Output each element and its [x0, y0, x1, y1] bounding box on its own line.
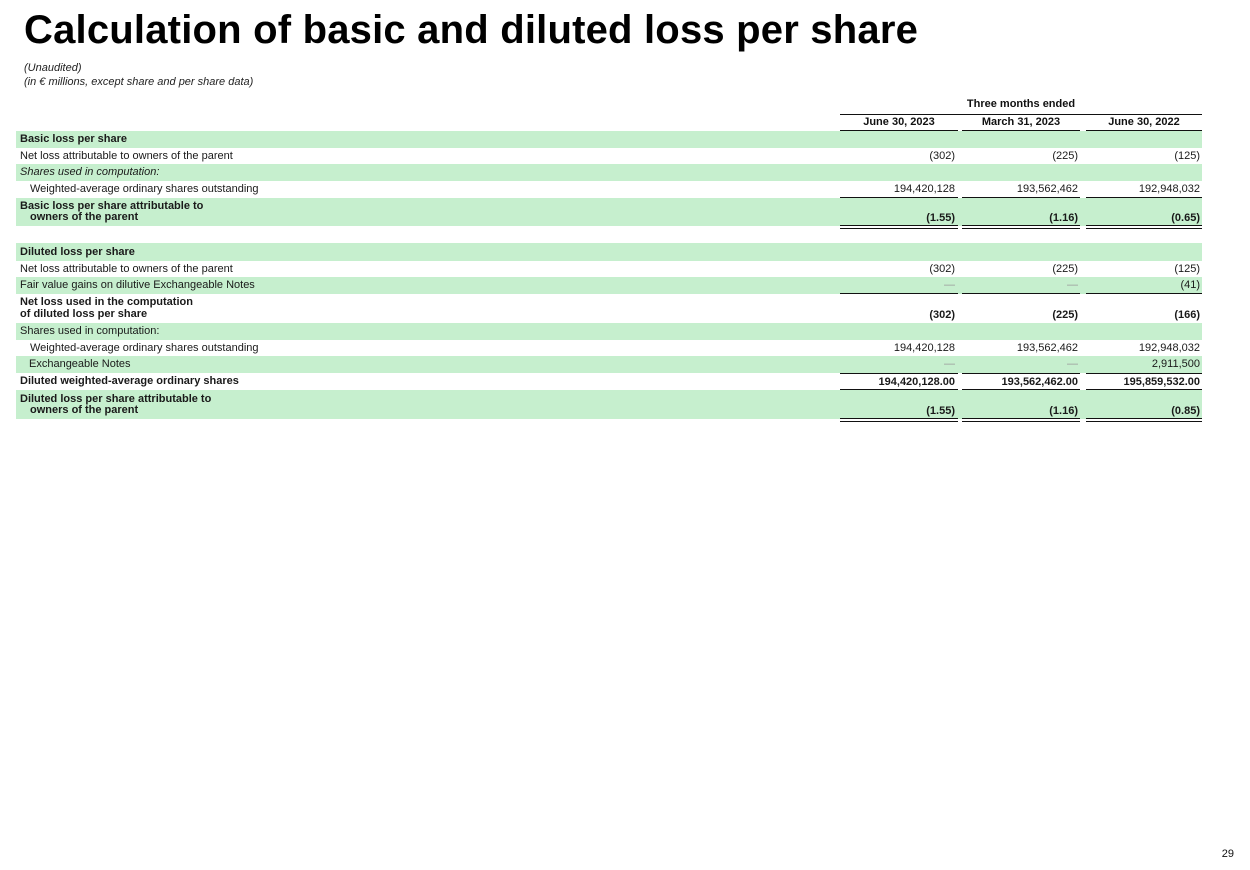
table-row: Diluted loss per share attributable to o… — [16, 390, 1202, 419]
table-row: Shares used in computation: — [16, 164, 1202, 181]
column-header-jun-2022: June 30, 2022 — [1086, 116, 1202, 131]
cell-value: (225) — [1052, 150, 1078, 162]
row-label: Exchangeable Notes — [29, 358, 131, 370]
table-row: Weighted-average ordinary shares outstan… — [16, 181, 1202, 198]
double-rule — [840, 418, 958, 422]
cell-value: — — [944, 358, 955, 370]
cell-value: — — [1067, 279, 1078, 291]
cell-value: (302) — [929, 309, 955, 321]
double-rule — [962, 225, 1080, 229]
table-row: Fair value gains on dilutive Exchangeabl… — [16, 277, 1202, 294]
cell-value: (1.16) — [1049, 405, 1078, 417]
row-label: Shares used in computation: — [20, 325, 160, 337]
double-rule — [1086, 225, 1202, 229]
cell-value: (1.16) — [1049, 212, 1078, 224]
table-row: Weighted-average ordinary shares outstan… — [16, 340, 1202, 356]
row-label: Weighted-average ordinary shares outstan… — [30, 183, 259, 195]
double-rule — [840, 225, 958, 229]
cell-value: (302) — [929, 263, 955, 275]
cell-value: 2,911,500 — [1151, 358, 1200, 370]
cell-value: 193,562,462.00 — [1001, 376, 1078, 388]
column-header-jun-2023: June 30, 2023 — [840, 116, 958, 131]
row-label: of diluted loss per share — [20, 308, 148, 320]
table-row: Shares used in computation: — [16, 323, 1202, 340]
cell-value: (0.85) — [1171, 405, 1200, 417]
row-label: owners of the parent — [30, 404, 139, 416]
unaudited-note: (Unaudited) — [24, 62, 82, 74]
basic-header-label: Basic loss per share — [20, 133, 128, 145]
table-row: Diluted weighted-average ordinary shares… — [16, 374, 1202, 390]
double-rule — [962, 418, 1080, 422]
column-header-mar-2023: March 31, 2023 — [962, 116, 1080, 131]
cell-value: (225) — [1052, 309, 1078, 321]
group-header: Three months ended — [840, 98, 1202, 115]
diluted-section-header: Diluted loss per share — [16, 243, 1202, 261]
cell-value: (225) — [1052, 263, 1078, 275]
page-number: 29 — [1221, 848, 1234, 860]
cell-value: (125) — [1174, 150, 1200, 162]
cell-value: 192,948,032 — [1138, 183, 1200, 195]
table-row: Net loss attributable to owners of the p… — [16, 261, 1202, 277]
row-label: owners of the parent — [30, 211, 139, 223]
cell-value: (125) — [1174, 263, 1200, 275]
cell-value: (166) — [1174, 309, 1200, 321]
cell-value: 194,420,128 — [893, 342, 955, 354]
cell-value: (1.55) — [926, 212, 955, 224]
cell-value: — — [1067, 358, 1078, 370]
row-label: Shares used in computation: — [20, 166, 160, 178]
row-label: Diluted weighted-average ordinary shares — [20, 375, 239, 387]
cell-value: 195,859,532.00 — [1123, 376, 1200, 388]
page-title: Calculation of basic and diluted loss pe… — [24, 8, 919, 52]
row-label: Net loss attributable to owners of the p… — [20, 150, 233, 162]
cell-value: 193,562,462 — [1016, 183, 1078, 195]
cell-value: 194,420,128 — [893, 183, 955, 195]
basic-section-header: Basic loss per share — [16, 131, 1202, 148]
cell-value: (1.55) — [926, 405, 955, 417]
row-label: Net loss attributable to owners of the p… — [20, 263, 233, 275]
row-label: Fair value gains on dilutive Exchangeabl… — [20, 279, 255, 291]
cell-value: (0.65) — [1171, 212, 1200, 224]
cell-value: — — [944, 279, 955, 291]
table-row: Net loss attributable to owners of the p… — [16, 148, 1202, 164]
row-label: Net loss used in the computation — [20, 296, 193, 308]
diluted-header-label: Diluted loss per share — [20, 246, 135, 258]
cell-value: 194,420,128.00 — [878, 376, 955, 388]
table-row: Net loss used in the computation of dilu… — [16, 294, 1202, 323]
cell-value: 192,948,032 — [1138, 342, 1200, 354]
table-row: Exchangeable Notes — — 2,911,500 — [16, 356, 1202, 373]
double-rule — [1086, 418, 1202, 422]
units-note: (in € millions, except share and per sha… — [24, 76, 254, 88]
cell-value: 193,562,462 — [1016, 342, 1078, 354]
cell-value: (41) — [1180, 279, 1200, 291]
table-row: Basic loss per share attributable to own… — [16, 198, 1202, 226]
row-label: Weighted-average ordinary shares outstan… — [30, 342, 259, 354]
cell-value: (302) — [929, 150, 955, 162]
